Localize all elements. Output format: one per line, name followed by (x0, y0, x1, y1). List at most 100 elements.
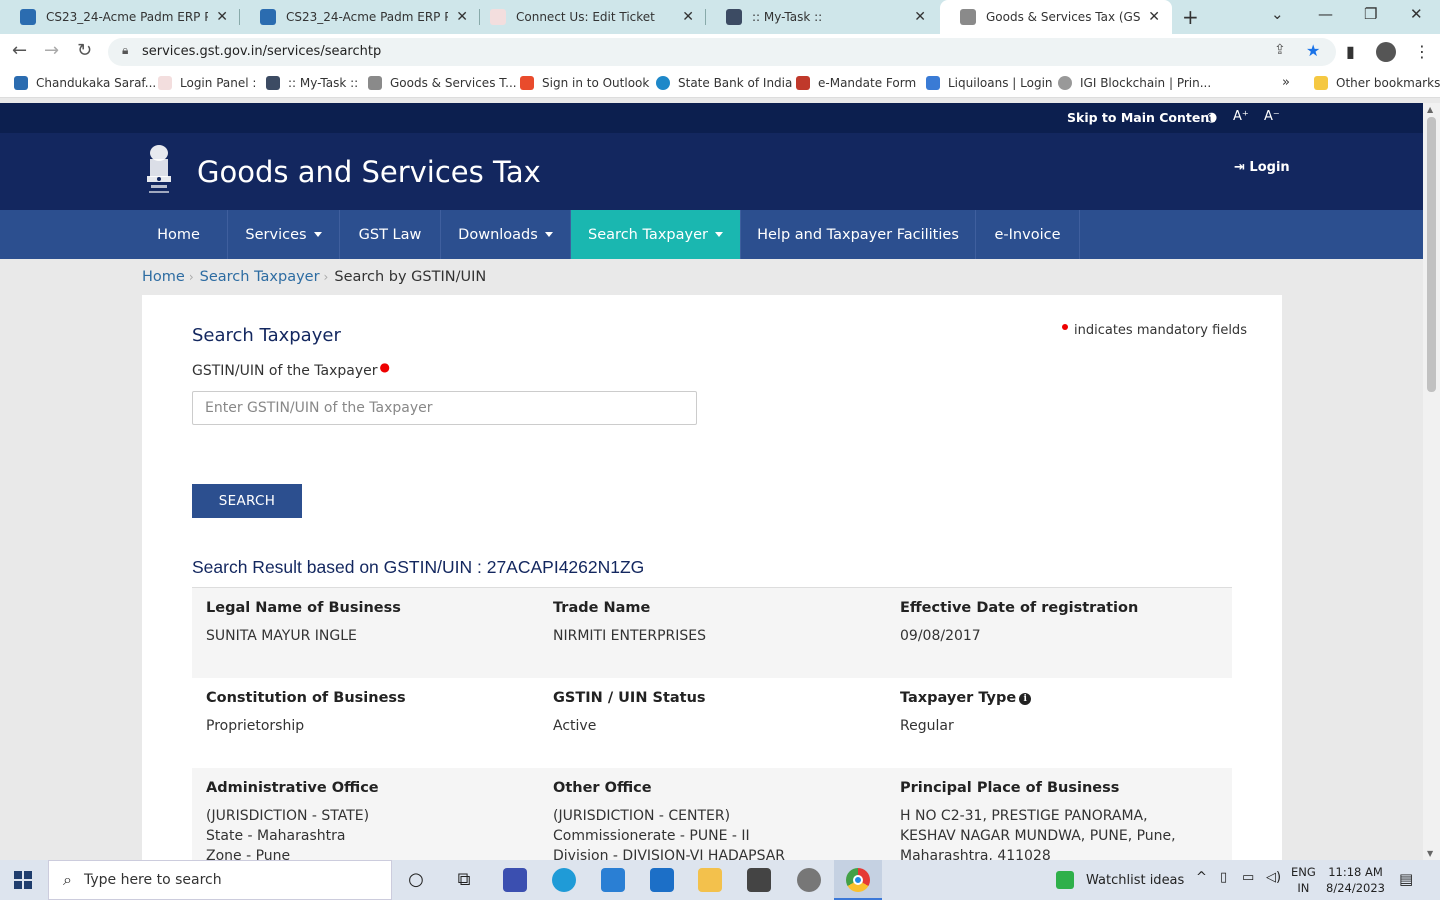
bookmark-item[interactable]: Goods & Services T... (368, 76, 517, 90)
login-link[interactable]: ⇥ Login (1234, 160, 1290, 175)
minimize-icon[interactable]: — (1318, 5, 1333, 23)
bookmark-item[interactable]: :: My-Task :: (266, 76, 358, 90)
new-tab-icon[interactable]: + (1182, 5, 1199, 29)
watchlist-widget[interactable]: Watchlist ideas (1056, 871, 1184, 889)
caret-down-icon (714, 232, 723, 237)
bookmark-label: e-Mandate Form (818, 76, 917, 90)
scroll-down-icon[interactable]: ▼ (1427, 849, 1433, 858)
app-icon[interactable] (797, 868, 821, 892)
battery-icon[interactable]: ▯ (1220, 870, 1227, 885)
mail-icon[interactable] (650, 868, 674, 892)
bookmark-item[interactable]: Chandukaka Saraf... (14, 76, 156, 90)
bookmark-favicon-icon (1058, 76, 1072, 90)
bookmark-star-icon[interactable]: ★ (1306, 41, 1320, 60)
tab-label: CS23_24-Acme Padm ERP Platfo (286, 10, 449, 24)
bookmark-item[interactable]: State Bank of India (656, 76, 792, 90)
edge-browser-icon[interactable] (552, 868, 576, 892)
skip-to-main-link[interactable]: Skip to Main Content (1067, 110, 1215, 125)
field-label: Trade Name (553, 600, 651, 616)
url-text[interactable]: services.gst.gov.in/services/searchtp (142, 44, 381, 59)
nav-label: Downloads (458, 226, 538, 243)
page-viewport: Skip to Main Content ◑ A⁺ A⁻ Goods and S… (0, 103, 1423, 860)
cortana-icon[interactable]: ○ (404, 868, 428, 892)
tray-chevron-icon[interactable]: ^ (1196, 870, 1207, 885)
window-close-icon[interactable]: ✕ (1410, 5, 1423, 23)
site-title[interactable]: Goods and Services Tax (197, 155, 541, 189)
taskbar-search-box[interactable]: ⌕ Type here to search (48, 860, 392, 900)
gstin-input[interactable] (192, 391, 697, 425)
scrollbar-thumb[interactable] (1427, 117, 1436, 392)
nav-e-invoice[interactable]: e-Invoice (976, 210, 1080, 259)
browser-tab-2[interactable]: CS23_24-Acme Padm ERP Platfo ✕ (240, 0, 480, 34)
bookmark-item[interactable]: Login Panel : (158, 76, 256, 90)
bookmark-item[interactable]: Sign in to Outlook (520, 76, 649, 90)
font-increase-button[interactable]: A⁺ (1233, 109, 1249, 124)
bookmark-label: Goods & Services T... (390, 76, 517, 90)
login-label: Login (1249, 160, 1290, 175)
bookmark-favicon-icon (520, 76, 534, 90)
browser-tab-active[interactable]: Goods & Services Tax (GST) | Se ✕ (940, 0, 1172, 34)
close-icon[interactable]: ✕ (456, 9, 468, 25)
side-panel-icon[interactable]: ▮ (1346, 42, 1355, 61)
reload-icon[interactable]: ↻ (77, 40, 92, 61)
menu-kebab-icon[interactable]: ⋮ (1414, 42, 1430, 61)
forward-icon[interactable]: → (44, 40, 59, 61)
back-icon[interactable]: ← (12, 40, 27, 61)
mytask-favicon-icon (726, 9, 742, 25)
other-bookmarks[interactable]: Other bookmarks (1314, 76, 1440, 90)
bookmark-item[interactable]: Liquiloans | Login (926, 76, 1053, 90)
url-bar[interactable]: 🔒︎ services.gst.gov.in/services/searchtp… (108, 38, 1336, 66)
vnc-viewer-icon[interactable] (747, 868, 771, 892)
bookmark-item[interactable]: IGI Blockchain | Prin... (1058, 76, 1211, 90)
task-view-icon[interactable]: ⧉ (452, 868, 476, 892)
store-icon[interactable] (601, 868, 625, 892)
more-bookmarks-icon[interactable]: » (1282, 75, 1290, 90)
page-scrollbar[interactable]: ▲ ▼ (1423, 103, 1440, 860)
browser-tab-4[interactable]: :: My-Task :: ✕ (706, 0, 938, 34)
close-icon[interactable]: ✕ (1148, 9, 1160, 25)
nav-services[interactable]: Services (228, 210, 340, 259)
nav-label: GST Law (358, 226, 422, 243)
bookmark-favicon-icon (926, 76, 940, 90)
field-value-line: Commissionerate - PUNE - II (553, 828, 750, 844)
nav-help-taxpayer-facilities[interactable]: Help and Taxpayer Facilities (741, 210, 976, 259)
network-icon[interactable]: ▭ (1242, 870, 1254, 885)
close-icon[interactable]: ✕ (682, 9, 694, 25)
search-button[interactable]: SEARCH (192, 484, 302, 518)
lock-icon[interactable]: 🔒︎ (122, 43, 128, 58)
required-dot-icon (1062, 323, 1068, 330)
browser-tab-1[interactable]: CS23_24-Acme Padm ERP Platfo ✕ (0, 0, 240, 34)
search-card: Search Taxpayer indicates mandatory fiel… (142, 295, 1282, 860)
nav-downloads[interactable]: Downloads (441, 210, 571, 259)
result-cell: Constitution of Business Proprietorship (206, 690, 406, 736)
app-icon[interactable] (503, 868, 527, 892)
share-icon[interactable]: ⇪ (1274, 42, 1286, 58)
breadcrumb-home[interactable]: Home (142, 269, 185, 285)
restore-icon[interactable]: ❐ (1364, 5, 1377, 23)
font-decrease-button[interactable]: A⁻ (1264, 109, 1280, 124)
breadcrumb: Home › Search Taxpayer › Search by GSTIN… (142, 269, 486, 285)
language-indicator[interactable]: ENG IN (1291, 864, 1316, 896)
chrome-taskbar-button[interactable] (834, 860, 882, 900)
breadcrumb-search-taxpayer[interactable]: Search Taxpayer (200, 269, 320, 285)
nav-gst-law[interactable]: GST Law (340, 210, 441, 259)
close-icon[interactable]: ✕ (216, 9, 228, 25)
windows-start-icon[interactable] (14, 871, 32, 889)
nav-home[interactable]: Home (130, 210, 228, 259)
profile-avatar[interactable] (1376, 42, 1396, 62)
volume-icon[interactable]: ◁) (1266, 870, 1281, 885)
scroll-up-icon[interactable]: ▲ (1427, 105, 1433, 114)
file-explorer-icon[interactable] (698, 868, 722, 892)
contrast-toggle-icon[interactable]: ◑ (1206, 110, 1217, 125)
notifications-icon[interactable]: ▤ (1399, 870, 1413, 888)
tab-search-icon[interactable]: ⌄ (1271, 5, 1284, 23)
close-icon[interactable]: ✕ (914, 9, 926, 25)
site-header: Goods and Services Tax ⇥ Login (0, 133, 1423, 210)
info-icon[interactable]: i (1019, 693, 1032, 705)
bookmark-item[interactable]: e-Mandate Form (796, 76, 916, 90)
bookmark-label: :: My-Task :: (288, 76, 359, 90)
result-cell: Trade Name NIRMITI ENTERPRISES (553, 600, 706, 646)
nav-search-taxpayer[interactable]: Search Taxpayer (571, 210, 741, 259)
system-clock[interactable]: 11:18 AM 8/24/2023 (1326, 864, 1385, 896)
browser-tab-3[interactable]: Connect Us: Edit Ticket ✕ (470, 0, 706, 34)
